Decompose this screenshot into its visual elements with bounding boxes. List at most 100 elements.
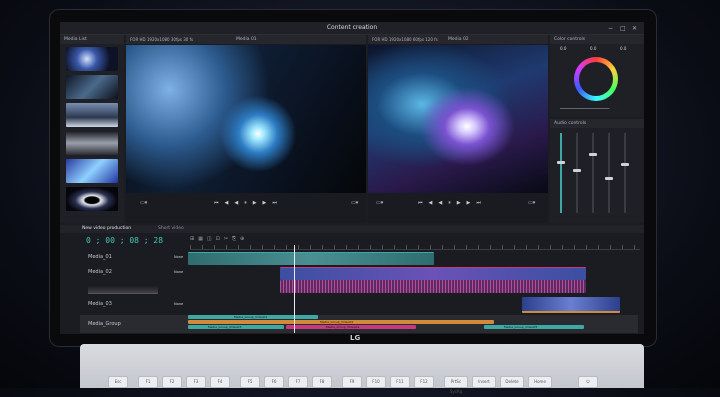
audio-fader[interactable] — [573, 133, 581, 213]
tab-short-video[interactable]: Short video — [158, 226, 184, 232]
audio-level-meter — [557, 133, 565, 213]
brand-logo: LG — [350, 334, 361, 342]
fader-knob[interactable] — [621, 163, 629, 166]
key-f10[interactable]: F10 — [366, 376, 386, 388]
minimize-button[interactable]: − — [608, 25, 613, 32]
viewer2-output-icon[interactable]: ▭▾ — [528, 200, 535, 206]
audio-fader[interactable] — [589, 133, 597, 213]
color-controls-title: Color controls — [554, 36, 586, 42]
media-list-title: Media List — [64, 36, 87, 42]
viewer2-header: FOR HD 1920x1080 60fps 120 fs Media 02 — [368, 35, 548, 44]
key-f9[interactable]: F9 — [342, 376, 362, 388]
track-label: Media_03 — [88, 301, 112, 307]
viewer1-header: FOR HD 1920x1080 30fps 30 fs Media 01 — [126, 35, 366, 44]
key-f1[interactable]: F1 — [138, 376, 158, 388]
viewer1-title: Media 01 — [236, 36, 257, 42]
media-thumbnail[interactable] — [66, 159, 118, 183]
track-mode[interactable]: None — [174, 255, 183, 260]
track-row-group: Media_Group Media_Group_Video01 Media_Gr… — [80, 315, 638, 333]
timecode[interactable]: 0 ; 00 ; 08 ; 28 — [86, 237, 163, 245]
video-clip[interactable] — [188, 252, 434, 265]
viewer2-format: FOR HD 1920x1080 60fps 120 fs — [372, 36, 438, 42]
maximize-button[interactable]: □ — [620, 25, 626, 32]
key-f7[interactable]: F7 — [288, 376, 308, 388]
video-clip[interactable] — [280, 267, 586, 280]
color-value-r[interactable]: 0.0 — [560, 47, 566, 51]
app-window: Content creation − □ ✕ Media List FOR HD… — [60, 22, 644, 334]
fader-knob[interactable] — [589, 153, 597, 156]
power-button[interactable]: ⏻ — [578, 376, 598, 388]
close-button[interactable]: ✕ — [632, 25, 637, 32]
viewer1-transport-controls[interactable]: ⏮◀◀⏸▶▶⏭ — [214, 200, 283, 206]
group-clip[interactable]: Media_Group_Video03 — [188, 325, 284, 329]
media-thumbnail[interactable] — [66, 103, 118, 127]
viewer2-menu-icon[interactable]: ▭▾ — [376, 200, 383, 206]
video-clip[interactable] — [522, 297, 620, 313]
tab-new-video-production[interactable]: New video production — [82, 226, 131, 232]
color-slider-track[interactable]: ▁▁▁▁▁▁▁▁▁▁▁▁▁▁▁▁ — [560, 105, 609, 109]
key-f12[interactable]: F12 — [414, 376, 434, 388]
viewer2-title: Media 02 — [448, 36, 469, 42]
audio-curve-graph — [88, 277, 158, 294]
track-mode[interactable]: None — [174, 302, 183, 307]
track-label: Media_Group — [88, 321, 121, 327]
window-title: Content creation — [326, 24, 378, 31]
color-value-b[interactable]: 0.0 — [620, 47, 626, 51]
track-row: Media_02 None — [80, 267, 638, 295]
color-value-g[interactable]: 0.0 — [590, 47, 596, 51]
track-row: Media_03 None — [80, 297, 638, 313]
key-f11[interactable]: F11 — [390, 376, 410, 388]
key-f4[interactable]: F4 — [210, 376, 230, 388]
group-clip[interactable]: Media_Group_Video04 — [286, 325, 416, 329]
key-prtsc[interactable]: PrtSc SysRq — [444, 376, 468, 394]
title-bar: Content creation − □ ✕ — [60, 22, 644, 35]
group-clip[interactable]: Media_Group_Video02 — [188, 320, 494, 324]
viewer1-format: FOR HD 1920x1080 30fps 30 fs — [130, 36, 194, 42]
audio-fader[interactable] — [605, 133, 613, 213]
time-ruler — [190, 245, 640, 250]
timeline-panel: New video production Short video 0 ; 00 … — [60, 225, 644, 334]
color-controls-panel: Color controls 0.0 0.0 0.0 ▁▁▁▁▁▁▁▁▁▁▁▁▁… — [550, 35, 644, 117]
video-frame-space-station[interactable] — [126, 45, 366, 193]
media-thumbnail[interactable] — [66, 131, 118, 155]
viewer-media01: FOR HD 1920x1080 30fps 30 fs Media 01 ▭▾… — [126, 35, 366, 223]
group-clip[interactable]: Media_Group_Video01 — [188, 315, 318, 319]
video-frame-nebula[interactable] — [368, 45, 548, 193]
key-esc[interactable]: Esc — [108, 376, 128, 388]
key-f5[interactable]: F5 — [240, 376, 260, 388]
viewer-media02: FOR HD 1920x1080 60fps 120 fs Media 02 ▭… — [368, 35, 548, 223]
audio-controls-title: Audio controls — [554, 120, 587, 126]
track-mode[interactable]: None — [174, 270, 183, 275]
media-thumbnail[interactable] — [66, 187, 118, 211]
group-clip-label: Media_Group_Video02 — [320, 319, 354, 324]
key-delete[interactable]: Delete — [500, 376, 524, 388]
color-wheel[interactable] — [574, 57, 618, 101]
audio-waveform[interactable] — [280, 280, 586, 293]
volume-knob[interactable] — [557, 161, 565, 164]
key-f3[interactable]: F3 — [186, 376, 206, 388]
track-label: Media_02 — [88, 269, 112, 275]
audio-controls-panel: Audio controls — [550, 119, 644, 223]
key-f2[interactable]: F2 — [162, 376, 182, 388]
viewer2-transport-controls[interactable]: ⏮◀◀⏸▶▶⏭ — [418, 200, 487, 206]
group-clip-label: Media_Group_Video01 — [234, 314, 268, 319]
fader-knob[interactable] — [605, 177, 613, 180]
media-list-panel: Media List — [60, 35, 124, 223]
key-f6[interactable]: F6 — [264, 376, 284, 388]
fader-knob[interactable] — [573, 169, 581, 172]
timeline-toolbar[interactable]: ⊞▦◫⊡✂⎘⊕ — [190, 237, 248, 242]
group-clip[interactable]: Media_Group_Video05 — [484, 325, 584, 329]
audio-controls-header: Audio controls — [550, 119, 644, 128]
media-thumbnail[interactable] — [66, 47, 118, 71]
viewer1-menu-icon[interactable]: ▭▾ — [140, 200, 147, 206]
track-row: Media_01 None — [80, 251, 638, 265]
playhead[interactable] — [294, 245, 295, 333]
media-thumbnail[interactable] — [66, 75, 118, 99]
audio-fader[interactable] — [621, 133, 629, 213]
group-clip-label: Media_Group_Video04 — [326, 324, 360, 329]
key-home[interactable]: Home — [528, 376, 552, 388]
key-insert[interactable]: Insert — [472, 376, 496, 388]
group-clip-label: Media_Group_Video05 — [504, 324, 538, 329]
viewer1-output-icon[interactable]: ▭▾ — [351, 200, 358, 206]
key-f8[interactable]: F8 — [312, 376, 332, 388]
